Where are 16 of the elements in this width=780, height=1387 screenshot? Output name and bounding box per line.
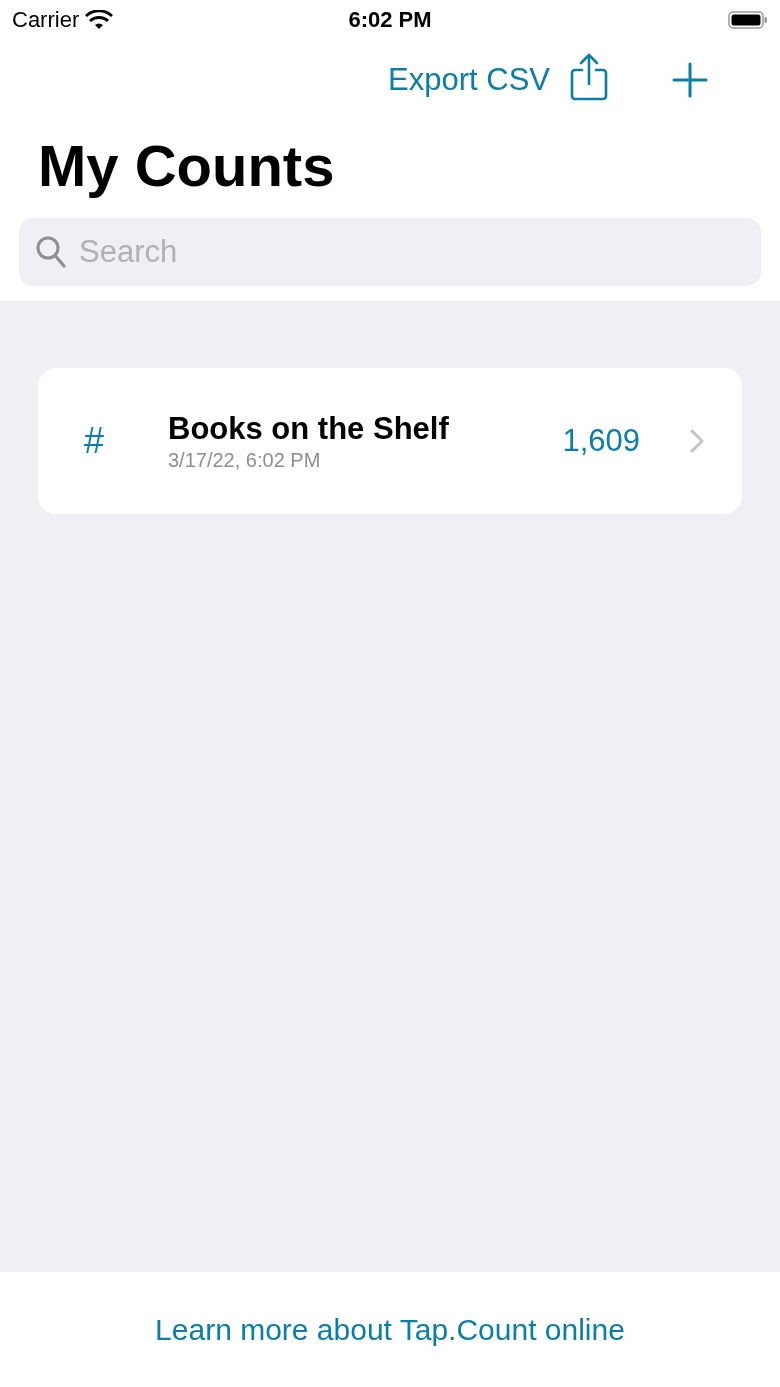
search-field[interactable]: Search	[19, 218, 761, 286]
carrier-name: Carrier	[12, 7, 80, 33]
count-date: 3/17/22, 6:02 PM	[168, 448, 322, 472]
add-icon[interactable]	[672, 62, 708, 98]
battery-icon	[728, 10, 768, 30]
count-name: Books on the Shelf	[168, 410, 450, 447]
chevron-icon	[690, 429, 704, 453]
count-card[interactable]: # Books on the Shelf 3/17/22, 6:02 PM 1,609	[38, 368, 742, 514]
learn-more-link[interactable]: Learn more about Tap.Count online	[155, 1312, 625, 1347]
share-icon[interactable]	[570, 53, 608, 101]
export-csv-button[interactable]: Export CSV	[388, 62, 550, 98]
wifi-icon	[85, 10, 114, 30]
status-time: 6:02 PM	[348, 7, 432, 33]
count-value: 1,609	[562, 423, 640, 459]
count-symbol: #	[84, 420, 106, 462]
page-title: My Counts	[38, 132, 336, 200]
